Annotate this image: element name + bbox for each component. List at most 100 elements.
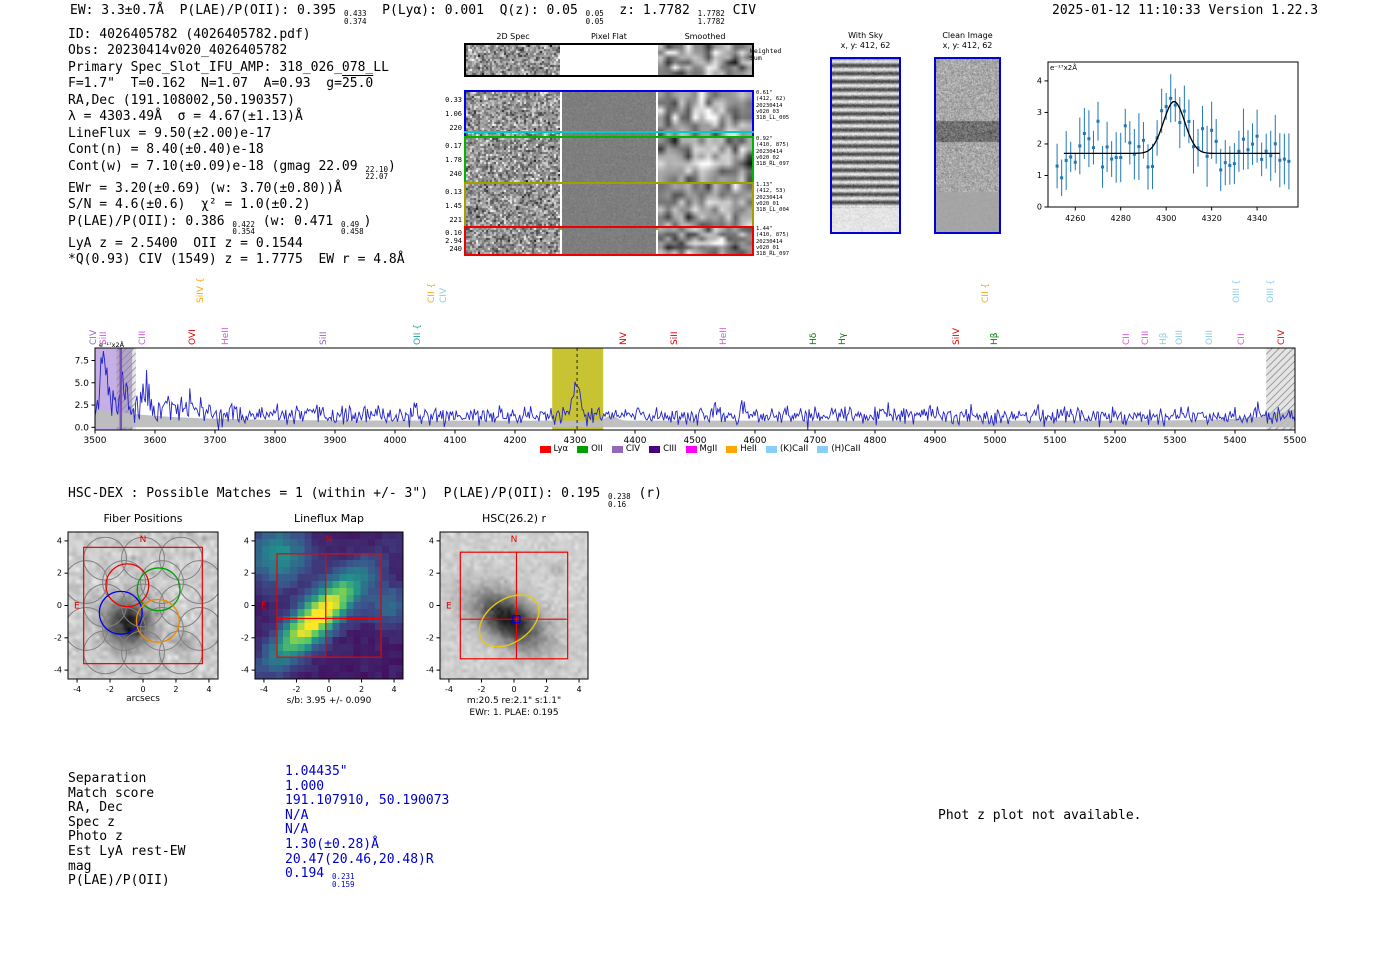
info-line: P(LAE)/P(OII): 0.386 0.422 0.354 (w: 0.47… [68,214,405,236]
x-tick-label: 4 [577,685,582,694]
overline-segment: 25.0 [341,76,374,92]
data-point [1114,155,1118,159]
text-segment: HSC-DEX : Possible Matches = 1 (within +… [68,486,609,501]
stacked-fraction: 0.238 0.16 [608,493,631,508]
fit-units-label: e⁻¹⁷x2Å [1050,64,1077,72]
line-fit-chart: 4260 4280 4300 4320 4340 0 1 2 3 4 [1037,61,1299,223]
clean-image-frame [934,57,1001,234]
match-table-value: N/A [285,823,449,838]
x-tick-label: -2 [477,685,485,694]
lineflux-overlay: -4 -4 -2 -2 0 0 2 2 4 4 N E [241,531,404,694]
data-point [1101,165,1105,169]
match-table-value: 1.000 [285,778,449,795]
stacked-fraction: 0.422 0.354 [232,221,255,236]
y-tick-label: -2 [426,633,434,642]
match-table-label: Separation [68,771,147,786]
weighted-sum-row [464,43,754,77]
cutout-row [464,226,754,256]
data-point [1078,144,1082,148]
match-table-value: 1.04435" [285,764,449,780]
x-tick-label: 2 [544,685,549,694]
info-line: λ = 4303.49Å σ = 4.67(±1.13)Å [68,109,405,125]
column-title-smoothed: Smoothed [684,32,726,41]
fraction-bottom: 0.159 [331,879,355,889]
legend-label: (K)CaII [779,444,809,454]
y-tick-label: 0 [57,601,62,610]
row-axis-value: 240 [449,245,462,253]
text-segment: F=1.7" T=0.162 N=1.07 A=0.93 g= [68,76,342,92]
cutout-row [464,136,754,184]
spec2d-canvas [466,92,560,136]
report-version-text: Version 1.22.3 [1208,3,1319,18]
row-axis-value: 1.06 [445,110,462,118]
legend-item: (H)CaII [817,444,861,454]
text-segment: EWr = 3.20(±0.69) (w: 3.70(±0.80))Å [68,180,342,196]
data-point [1082,131,1086,135]
hsc-panel-title: HSC(26.2) r [481,512,547,525]
legend-item: OII [577,444,603,454]
text-segment: CIV [724,3,757,18]
withsky-coords: x, y: 412, 62 [840,41,891,50]
y-tick-label: -2 [241,633,249,642]
fiber-xlabel: arcsecs [126,694,160,704]
stacked-fraction: 0.05 0.05 [586,10,604,25]
north-label: N [511,535,518,545]
smoothed-canvas [658,92,752,136]
info-line: F=1.7" T=0.162 N=1.07 A=0.93 g=25.0 [68,76,405,92]
legend-swatch [611,445,623,453]
x-tick-label: 4340 [1247,214,1267,223]
fraction-bottom: 0.374 [343,16,367,26]
lineflux-caption: s/b: 3.95 +/- 0.090 [286,696,372,706]
x-tick-label: 3900 [324,436,347,446]
data-point [1073,160,1077,164]
fiber-circle [68,607,109,651]
fiber-circle [140,560,184,605]
text-segment: z: 1.7782 [603,3,698,18]
emission-line-label: SiIV { [196,277,206,303]
fraction-bottom: 0.458 [341,227,364,237]
legend-item: MgII [685,444,717,454]
fiber-panel-title: Fiber Positions [103,512,183,525]
y-tick-label: 2 [429,569,434,578]
report-timestamp: 2025-01-12 11:10:33 [1052,3,1201,18]
match-table-value: 0.194 0.231 0.159 [285,866,449,889]
text-segment: EW: 3.3±0.7Å P(LAE)/P(OII): 0.395 [70,3,344,18]
legend-label: CIV [625,444,641,454]
text-segment: P(LAE)/P(OII): 0.386 [68,213,233,229]
text-segment: 1.000 [285,778,325,794]
pixelflat-canvas [562,228,656,254]
withsky-canvas [832,59,899,232]
fit-plot-group [1055,74,1291,197]
teal-marker-line [464,131,754,133]
lineflux-plot-group [276,553,382,658]
fiber-circle [102,606,146,651]
row-axis-values: 0.33 1.06 220 [438,93,462,135]
x-tick-label: 0 [140,685,145,694]
x-tick-label: 4300 [1156,214,1176,223]
match-table-label: Spec z [68,814,115,830]
text-segment: Primary Spec_Slot_IFU_AMP: 318_026_078_L… [68,59,389,75]
row-axis-values: 0.13 1.45 221 [438,185,462,227]
match-table-label: RA, Dec [68,800,123,816]
fraction-bottom: 0.05 [585,16,604,26]
data-point [1232,162,1236,166]
data-point [1219,168,1223,172]
y-tick-label: 3 [1037,108,1042,117]
fiber-circle [83,630,128,675]
row-axis-value: 221 [449,216,462,224]
emission-line-label: CII { [427,282,437,303]
emission-line-label: CII { [981,282,991,303]
spectrum-units-label: e⁻¹⁷x2Å [99,341,125,349]
y-tick-label: 5.0 [75,379,90,389]
smoothed-canvas [658,138,752,182]
weighted-sum-label: Weighted Sum [750,48,781,62]
fiber-circle [68,560,109,604]
data-point [1255,134,1259,138]
x-tick-label: 5500 [1284,436,1307,446]
pixelflat-canvas [562,184,656,228]
emission-line-label: OIII { [1232,279,1242,303]
row-axis-value: 220 [449,124,462,132]
data-point [1105,145,1109,149]
elixer-report-page: EW: 3.3±0.7Å P(LAE)/P(OII): 0.395 0.433 0… [0,0,1400,953]
match-table-label: Est LyA rest-EW [68,843,186,859]
